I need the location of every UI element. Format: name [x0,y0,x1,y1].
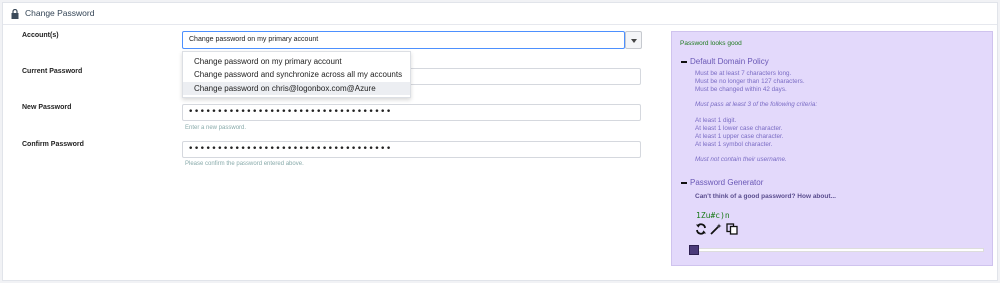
criteria-line: At least 1 symbol character. [695,141,773,148]
page-title: Change Password [25,8,95,18]
account-select-value: Change password on my primary account [189,36,319,43]
dropdown-option-synchronize[interactable]: Change password and synchronize across a… [183,68,410,81]
current-password-label: Current Password [22,68,83,75]
lock-icon [11,9,19,19]
confirm-password-hint: Please confirm the password entered abov… [185,161,304,167]
chevron-down-icon [631,39,637,43]
criteria-intro: Must pass at least 3 of the following cr… [695,101,818,108]
confirm-password-value: ••••••••••••••••••••••••••••••••••• [188,144,392,154]
collapse-icon[interactable] [681,182,687,184]
policy-line: Must be changed within 42 days. [695,86,787,93]
new-password-label: New Password [22,104,72,111]
criteria-line: At least 1 digit. [695,117,737,124]
refresh-icon[interactable] [695,223,707,235]
password-status: Password looks good [680,40,742,47]
collapse-icon[interactable] [681,61,687,63]
generator-question: Can't think of a good password? How abou… [695,193,836,200]
policy-line: Must be no longer than 127 characters. [695,78,805,85]
policy-title: Default Domain Policy [690,57,769,66]
generated-password: 1Zu#c)n [696,211,730,220]
criteria-line: At least 1 lower case character. [695,125,783,132]
new-password-hint: Enter a new password. [185,125,247,131]
confirm-password-label: Confirm Password [22,141,84,148]
password-policy-panel: Password looks good Default Domain Polic… [671,31,993,266]
account-dropdown: Change password on my primary account Ch… [182,51,411,98]
policy-line: Must be at least 7 characters long. [695,70,792,77]
slider-handle[interactable] [689,245,699,255]
new-password-field[interactable]: ••••••••••••••••••••••••••••••••••• [182,104,641,121]
criteria-line: At least 1 upper case character. [695,133,784,140]
account-label: Account(s) [22,32,59,39]
generator-title: Password Generator [690,178,764,187]
magic-wand-icon[interactable] [710,223,722,235]
new-password-value: ••••••••••••••••••••••••••••••••••• [188,107,392,117]
panel-header: Change Password [3,3,997,25]
copy-icon[interactable] [726,223,738,235]
account-select-toggle[interactable] [625,31,642,49]
dropdown-option-primary[interactable]: Change password on my primary account [183,55,410,68]
dropdown-option-azure[interactable]: Change password on chris@logonbox.com@Az… [183,82,410,95]
username-rule: Must not contain their username. [695,156,787,163]
confirm-password-field[interactable]: ••••••••••••••••••••••••••••••••••• [182,141,641,158]
account-select[interactable]: Change password on my primary account [182,31,625,49]
password-length-slider[interactable] [689,248,984,252]
